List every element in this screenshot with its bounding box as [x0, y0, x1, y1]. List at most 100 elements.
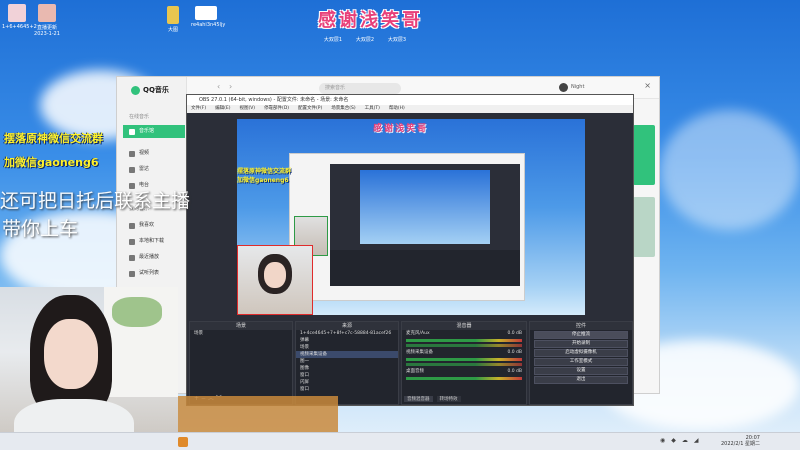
preview-overlay-text: 摆落原神微信交流群 加微信gaoneng6 — [237, 168, 292, 184]
menu-profile[interactable]: 配置文件(P) — [298, 105, 322, 113]
back-icon[interactable]: ‹ — [217, 82, 220, 91]
desktop-icon[interactable]: 直播更新 2023-1-21 — [32, 4, 62, 37]
forward-icon[interactable]: › — [229, 82, 232, 91]
menu-view[interactable]: 视图(V) — [239, 105, 255, 113]
radar-icon — [129, 166, 135, 173]
sidebar-item-radar[interactable]: 雷达 — [123, 163, 185, 176]
virtual-camera-button[interactable]: 启动虚拟摄像机 — [534, 349, 628, 357]
source-item[interactable]: 闪屏 — [296, 379, 398, 386]
overlay-scroll-text-2: 带你上车 — [2, 218, 79, 240]
file-icon — [195, 6, 217, 20]
weibo-icon[interactable]: ◉ — [660, 437, 665, 444]
search-input[interactable]: 搜索音乐 — [319, 83, 401, 94]
menu-file[interactable]: 文件(F) — [191, 105, 206, 113]
stop-streaming-button[interactable]: 停止推流 — [534, 331, 628, 339]
mixer-channel: 视频采集设备 0.0 dB — [406, 350, 522, 355]
source-item[interactable]: 视频采集设备 — [296, 351, 398, 358]
mixer-dock-title: 混音器 — [402, 322, 526, 330]
settings-button[interactable]: 设置 — [534, 367, 628, 375]
qq-right-panel — [633, 125, 655, 305]
volume-meter[interactable] — [406, 377, 522, 380]
banner-card[interactable] — [633, 197, 655, 257]
cloud-icon[interactable]: ☁ — [682, 437, 688, 444]
desktop-icon-label: re4ahi3n45ljy — [191, 22, 226, 28]
obs-preview-canvas[interactable]: 感谢浅笑哥 摆落原神微信交流群 加微信gaoneng6 — [237, 119, 585, 315]
desktop-icon-label: 大双层2 — [355, 37, 375, 43]
scenes-dock-title: 场景 — [190, 322, 292, 330]
person-face — [44, 319, 98, 389]
sky-cloud — [660, 110, 800, 230]
volume-meter[interactable] — [406, 358, 522, 361]
volume-slider[interactable] — [406, 363, 522, 366]
desktop-icon[interactable]: 1+6+4645+2 — [2, 4, 37, 30]
webcam-feed — [0, 287, 178, 450]
sources-dock: 来源 1+4ce4645+7+8f+c7c-58884-81acef26 弹幕 … — [295, 321, 399, 405]
sidebar-item-video[interactable]: 视频 — [123, 147, 185, 160]
avatar-icon — [38, 4, 56, 22]
list-icon — [129, 270, 135, 277]
mixer-tabs: 音频混音器 转场特效 — [404, 396, 461, 402]
avatar-icon — [8, 4, 26, 22]
mixer-channel: 桌面音频 0.0 dB — [406, 369, 522, 374]
person-face — [264, 262, 286, 288]
desktop-icon-label: 大双层3 — [387, 37, 407, 43]
sources-dock-title: 来源 — [296, 322, 398, 330]
source-item[interactable]: 图像 — [296, 365, 398, 372]
mixer-channel: 麦克风/Aux 0.0 dB — [406, 331, 522, 336]
overlay-scroll-text: 还可把日托后联系主播 — [0, 190, 191, 212]
tab-audio-mixer[interactable]: 音频混音器 — [404, 396, 433, 402]
desktop-icon-label: 大图 — [167, 27, 178, 33]
taskbar-clock[interactable]: 20:07 2022/2/1 星期二 — [721, 435, 760, 447]
folder-icon — [167, 6, 179, 24]
qq-logo: QQ音乐 — [131, 85, 169, 95]
preview-banner-title: 感谢浅笑哥 — [373, 124, 429, 134]
overlay-group-invite: 摆落原神微信交流群 — [4, 132, 103, 145]
volume-meter[interactable] — [406, 339, 522, 342]
shield-icon[interactable]: ◆ — [671, 437, 676, 444]
menu-tools[interactable]: 工具(T) — [365, 105, 380, 113]
source-item[interactable]: 1+4ce4645+7+8f+c7c-58884-81acef26 — [296, 330, 398, 337]
menu-edit[interactable]: 编辑(E) — [215, 105, 230, 113]
volume-icon[interactable]: ◢ — [694, 437, 699, 444]
obs-window[interactable]: OBS 27.0.1 (64-bit, windows) - 配置文件: 未命名… — [186, 94, 634, 406]
desktop-icon[interactable]: 大图 — [158, 6, 188, 33]
video-icon — [129, 150, 135, 157]
studio-mode-button[interactable]: 工作室模式 — [534, 358, 628, 366]
music-icon — [129, 128, 135, 135]
menu-docks[interactable]: 停靠部件(D) — [264, 105, 289, 113]
tab-transitions[interactable]: 转场特效 — [436, 396, 461, 402]
obs-menu-bar: 文件(F) 编辑(E) 视图(V) 停靠部件(D) 配置文件(P) 场景集合(S… — [187, 105, 633, 113]
source-item[interactable]: 窗口 — [296, 386, 398, 393]
nested-preview — [360, 170, 490, 244]
source-item[interactable]: 窗口 — [296, 372, 398, 379]
decorative-figure — [178, 396, 338, 432]
volume-slider[interactable] — [406, 344, 522, 347]
clock-icon — [129, 254, 135, 261]
nested-obs-window — [330, 164, 520, 286]
menu-help[interactable]: 帮助(H) — [389, 105, 405, 113]
banner-card[interactable] — [633, 125, 655, 185]
menu-scene-collection[interactable]: 场景集合(S) — [331, 105, 355, 113]
source-item[interactable]: 弹幕 — [296, 337, 398, 344]
desktop-icon-label: 大双层1 — [323, 37, 343, 43]
avatar[interactable] — [559, 83, 568, 92]
source-item[interactable]: 场景 — [296, 344, 398, 351]
sidebar-item-trial-list[interactable]: 试听列表 — [123, 267, 185, 280]
scene-item[interactable]: 场景 — [190, 330, 292, 337]
app-icon[interactable] — [178, 437, 188, 447]
sidebar-item-favorites[interactable]: 我喜欢 — [123, 219, 185, 232]
source-item[interactable]: 图一 — [296, 358, 398, 365]
qq-music-icon — [131, 85, 140, 95]
banner-title: 感谢浅笑哥 — [318, 10, 423, 31]
sidebar-item-music-hall[interactable]: 音乐馆 — [123, 125, 185, 138]
nested-qq-window — [289, 153, 525, 301]
controls-dock-title: 控件 — [530, 322, 632, 330]
webcam-source-selected[interactable] — [237, 245, 313, 315]
sidebar-item-local[interactable]: 本地和下载 — [123, 235, 185, 248]
computer-icon — [129, 238, 135, 245]
exit-button[interactable]: 退出 — [534, 376, 628, 384]
sidebar-item-recent[interactable]: 最近播放 — [123, 251, 185, 264]
desktop-icon[interactable]: re4ahi3n45ljy — [191, 6, 225, 28]
start-recording-button[interactable]: 开始录制 — [534, 340, 628, 348]
close-icon[interactable]: × — [644, 81, 651, 90]
